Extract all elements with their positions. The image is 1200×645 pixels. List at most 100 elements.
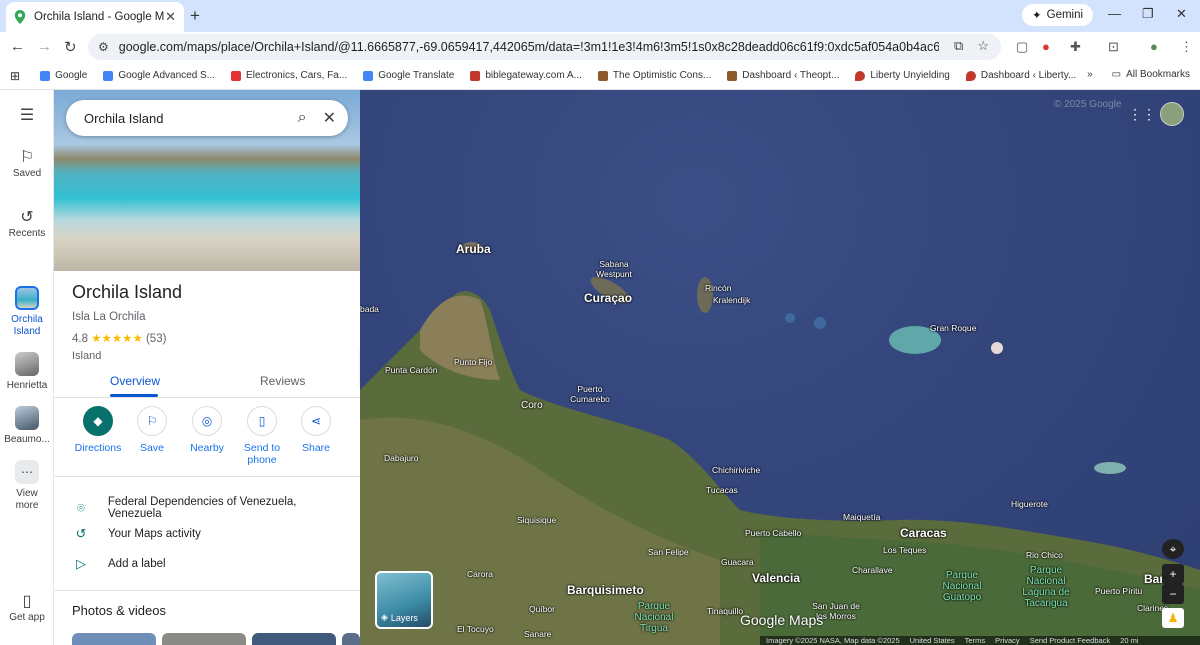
- tab-overview[interactable]: Overview: [110, 374, 160, 388]
- map-label[interactable]: Valencia: [752, 571, 800, 585]
- bookmark-item[interactable]: Dashboard ‹ Theopt...: [727, 70, 839, 81]
- chevron-more-icon[interactable]: »: [1087, 69, 1093, 80]
- add-label-row[interactable]: ▷ Add a label: [72, 556, 352, 572]
- url-text[interactable]: google.com/maps/place/Orchila+Island/@11…: [119, 40, 939, 54]
- directions-button[interactable]: ◆ Directions: [68, 406, 128, 454]
- map-label[interactable]: Chichiriviche: [712, 465, 760, 475]
- place-type[interactable]: Island: [72, 350, 352, 362]
- map-label[interactable]: Punta Cardón: [385, 365, 437, 375]
- address-row[interactable]: ⌾ Federal Dependencies of Venezuela, Vene…: [72, 496, 352, 520]
- search-input[interactable]: Orchila Island: [84, 111, 282, 126]
- save-button[interactable]: ⚐ Save: [122, 406, 182, 454]
- photo-thumbnail[interactable]: [72, 633, 156, 645]
- profile-avatar-icon[interactable]: ●: [1150, 39, 1158, 54]
- map-label[interactable]: Higuerote: [1011, 499, 1048, 509]
- map-label[interactable]: Coro: [521, 400, 543, 411]
- map-label[interactable]: bada: [360, 304, 379, 314]
- review-count[interactable]: (53): [146, 333, 166, 345]
- search-box[interactable]: Orchila Island ⌕ ✕: [66, 100, 348, 136]
- zoom-in-button[interactable]: +: [1162, 564, 1184, 584]
- account-avatar[interactable]: [1160, 102, 1184, 126]
- photo-thumbnail[interactable]: [162, 633, 246, 645]
- map-park-label[interactable]: Parque Nacional Guatopo: [940, 570, 984, 603]
- map-label[interactable]: Sanare: [524, 629, 551, 639]
- menu-button[interactable]: ☰: [0, 108, 54, 126]
- map-label[interactable]: Siquisique: [517, 515, 556, 525]
- map-label[interactable]: Puerto Cumarebo: [565, 384, 615, 404]
- recents-button[interactable]: ↺ Recents: [0, 210, 54, 240]
- bookmark-item[interactable]: The Optimistic Cons...: [597, 70, 711, 81]
- reload-icon[interactable]: ↻: [64, 38, 77, 56]
- map-label[interactable]: Rincón: [705, 283, 731, 293]
- map-label[interactable]: Aruba: [456, 242, 491, 256]
- pegman-icon[interactable]: ♟: [1162, 608, 1184, 628]
- extensions-puzzle-icon[interactable]: ✚: [1070, 39, 1081, 55]
- forward-icon[interactable]: →: [37, 38, 52, 55]
- apps-grid-icon[interactable]: ⊞: [10, 69, 20, 83]
- map-label[interactable]: Tinaquillo: [707, 606, 743, 616]
- clear-search-icon[interactable]: ✕: [323, 108, 336, 128]
- close-tab-icon[interactable]: ✕: [165, 9, 176, 25]
- map-label[interactable]: Charallave: [852, 565, 893, 575]
- region-link[interactable]: United States: [910, 636, 955, 645]
- maps-activity-row[interactable]: ↺ Your Maps activity: [72, 526, 352, 542]
- search-icon[interactable]: ⌕: [298, 109, 307, 127]
- map-park-label[interactable]: Parque Nacional Tirgua: [632, 601, 676, 634]
- map-label[interactable]: Caracas: [900, 526, 947, 540]
- map-label[interactable]: Maiquetía: [843, 512, 880, 522]
- map-park-label[interactable]: Parque Nacional Laguna de Tacarigua: [1016, 565, 1076, 609]
- tab-reviews[interactable]: Reviews: [260, 374, 305, 388]
- all-bookmarks-button[interactable]: » ▭ All Bookmarks: [1087, 69, 1190, 80]
- close-window-icon[interactable]: ✕: [1176, 6, 1187, 22]
- bookmark-item[interactable]: Dashboard ‹ Liberty...: [965, 70, 1076, 81]
- bookmark-item[interactable]: biblegateway.com A...: [470, 70, 582, 81]
- share-button[interactable]: ⋖ Share: [286, 406, 346, 454]
- new-tab-button[interactable]: +: [190, 6, 200, 26]
- address-bar[interactable]: ⚙ google.com/maps/place/Orchila+Island/@…: [88, 34, 1001, 60]
- map-label[interactable]: Punto Fijo: [454, 357, 492, 367]
- my-location-icon[interactable]: ⌖: [1162, 539, 1184, 559]
- map-label[interactable]: Gran Roque: [930, 323, 976, 333]
- map-canvas[interactable]: Aruba Sabana Westpunt Curaçao Rincón Kra…: [360, 90, 1200, 645]
- restore-icon[interactable]: ❐: [1142, 6, 1154, 22]
- recent-item[interactable]: Orchila Island: [0, 286, 54, 338]
- zoom-out-button[interactable]: −: [1162, 584, 1184, 604]
- bookmark-item[interactable]: Google Translate: [363, 70, 454, 81]
- bookmark-item[interactable]: Google Advanced S...: [103, 70, 215, 81]
- map-label[interactable]: Puerto Píritu: [1095, 586, 1142, 596]
- map-label[interactable]: Barquisimeto: [567, 583, 644, 597]
- get-app-button[interactable]: ▯ Get app: [0, 594, 54, 624]
- map-label[interactable]: San Felipe: [648, 547, 689, 557]
- menu-dots-icon[interactable]: ⋮: [1180, 39, 1193, 55]
- bookmark-item[interactable]: Google: [40, 70, 87, 81]
- map-label[interactable]: Curaçao: [584, 291, 632, 305]
- map-label[interactable]: Sabana Westpunt: [592, 259, 636, 279]
- adblock-icon[interactable]: ●: [1042, 39, 1050, 54]
- photo-thumbnail[interactable]: [342, 633, 360, 645]
- bookmark-star-icon[interactable]: ☆: [977, 38, 989, 54]
- terms-link[interactable]: Terms: [965, 636, 985, 645]
- back-icon[interactable]: ←: [10, 38, 25, 55]
- recent-item[interactable]: Beaumo...: [0, 406, 54, 446]
- map-label[interactable]: El Tocuyo: [457, 624, 494, 634]
- recent-item[interactable]: Henrietta: [0, 352, 54, 392]
- bookmark-item[interactable]: Electronics, Cars, Fa...: [231, 70, 347, 81]
- map-label[interactable]: Carora: [467, 569, 493, 579]
- gemini-button[interactable]: ✦ Gemini: [1022, 4, 1094, 26]
- feedback-link[interactable]: Send Product Feedback: [1030, 636, 1110, 645]
- map-label[interactable]: Kralendijk: [713, 295, 750, 305]
- send-to-phone-button[interactable]: ▯ Send to phone: [232, 406, 292, 466]
- bookmark-item[interactable]: Liberty Unyielding: [855, 70, 950, 81]
- layers-button[interactable]: ◈ Layers: [375, 571, 433, 629]
- minimize-icon[interactable]: —: [1108, 6, 1121, 21]
- map-label[interactable]: Dabajuro: [384, 453, 419, 463]
- scale-bar[interactable]: 20 mi: [1120, 636, 1138, 645]
- photo-thumbnail[interactable]: [252, 633, 336, 645]
- extension-icon[interactable]: ▢: [1016, 39, 1028, 55]
- saved-button[interactable]: ⚐ Saved: [0, 150, 54, 180]
- map-label[interactable]: Rio Chico: [1026, 550, 1063, 560]
- rating-row[interactable]: 4.8 ★★★★★ (53): [72, 331, 352, 345]
- map-label[interactable]: Quíbor: [529, 604, 555, 614]
- install-app-icon[interactable]: ⧉: [954, 38, 963, 54]
- privacy-link[interactable]: Privacy: [995, 636, 1020, 645]
